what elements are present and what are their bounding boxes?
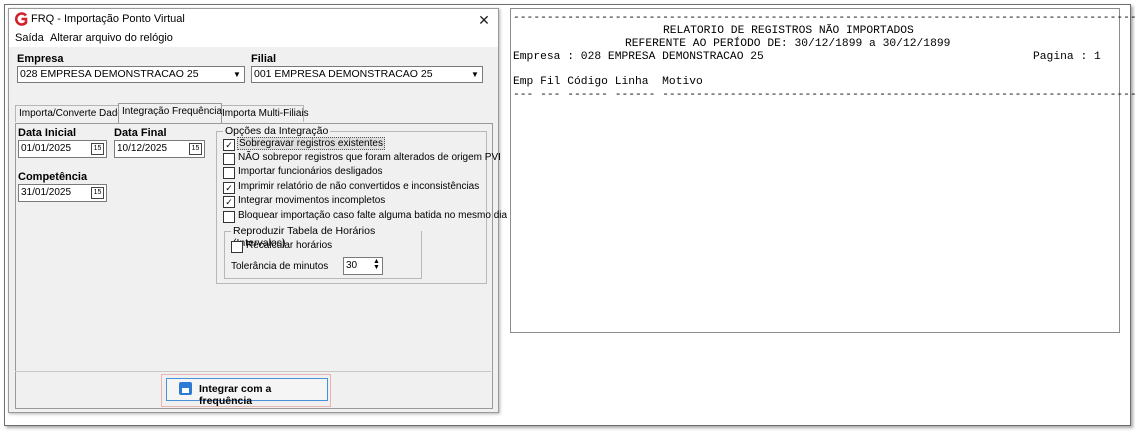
filial-value: 001 EMPRESA DEMONSTRACAO 25 bbox=[254, 68, 433, 80]
report-period: REFERENTE AO PERÍODO DE: 30/12/1899 a 30… bbox=[625, 38, 951, 50]
competencia-label: Competência bbox=[18, 171, 88, 183]
tolerancia-value: 30 bbox=[346, 260, 358, 271]
option-label: Recalcular horários bbox=[246, 240, 333, 251]
calendar-icon[interactable]: 15 bbox=[91, 143, 104, 155]
app-logo-icon bbox=[14, 12, 28, 26]
tolerancia-label: Tolerância de minutos bbox=[231, 261, 329, 272]
title-bar: FRQ - Importação Ponto Virtual ✕ bbox=[9, 9, 498, 31]
integrar-frequencia-button[interactable]: Integrar com a frequência bbox=[166, 378, 328, 407]
data-inicial-value: 01/01/2025 bbox=[21, 143, 72, 154]
data-inicial-field[interactable]: 01/01/2025 15 bbox=[18, 140, 107, 158]
option-label: Sobregravar registros existentes bbox=[237, 137, 385, 150]
data-inicial-label: Data Inicial bbox=[18, 127, 77, 139]
menu-item-saida[interactable]: Saída bbox=[15, 32, 44, 44]
save-icon bbox=[179, 382, 192, 395]
checkbox-checked-icon[interactable]: ✓ bbox=[223, 182, 235, 194]
calendar-icon[interactable]: 15 bbox=[189, 143, 202, 155]
tab-importa-converte[interactable]: Importa/Converte Dados bbox=[15, 105, 128, 122]
tolerancia-stepper[interactable]: 30 ▲ ▼ bbox=[343, 257, 383, 275]
checkbox-checked-icon[interactable]: ✓ bbox=[223, 139, 235, 151]
report-preview: ----------------------------------------… bbox=[510, 8, 1135, 333]
option-label: Imprimir relatório de não convertidos e … bbox=[238, 181, 480, 192]
report-company: Empresa : 028 EMPRESA DEMONSTRACAO 25 bbox=[513, 51, 764, 63]
window-title: FRQ - Importação Ponto Virtual bbox=[31, 13, 185, 25]
empresa-select[interactable]: 028 EMPRESA DEMONSTRACAO 25 ▼ bbox=[17, 66, 245, 83]
chevron-down-icon[interactable]: ▼ bbox=[230, 67, 244, 82]
tab-integracao-frequencia[interactable]: Integração Frequência bbox=[118, 103, 222, 123]
integrar-frequencia-label: Integrar com a frequência bbox=[199, 383, 272, 407]
empresa-value: 028 EMPRESA DEMONSTRACAO 25 bbox=[20, 68, 199, 80]
option-label: Integrar movimentos incompletos bbox=[238, 195, 386, 206]
empresa-label: Empresa bbox=[17, 53, 64, 65]
spin-arrows-icon[interactable]: ▲ ▼ bbox=[372, 258, 381, 272]
option-label: Bloquear importação caso falte alguma ba… bbox=[238, 210, 508, 221]
option-label: Importar funcionários desligados bbox=[238, 166, 383, 177]
competencia-value: 31/01/2025 bbox=[21, 187, 72, 198]
tab-importa-multi-filiais[interactable]: Importa Multi-Filiais bbox=[218, 105, 309, 122]
checkbox-icon[interactable] bbox=[231, 241, 243, 253]
import-window: FRQ - Importação Ponto Virtual ✕ Saída A… bbox=[8, 8, 507, 413]
checkbox-icon[interactable] bbox=[223, 211, 235, 223]
chevron-down-icon[interactable]: ▼ bbox=[468, 67, 482, 82]
checkbox-icon[interactable] bbox=[223, 167, 235, 179]
checkbox-icon[interactable] bbox=[223, 153, 235, 165]
data-final-label: Data Final bbox=[114, 127, 167, 139]
menu-item-alterar-arquivo[interactable]: Alterar arquivo do relógio bbox=[50, 32, 173, 44]
menu-bar: Saída Alterar arquivo do relógio bbox=[9, 31, 498, 47]
competencia-field[interactable]: 31/01/2025 15 bbox=[18, 184, 107, 202]
filial-select[interactable]: 001 EMPRESA DEMONSTRACAO 25 ▼ bbox=[251, 66, 483, 83]
option-label: NÃO sobrepor registros que foram alterad… bbox=[238, 152, 501, 163]
close-icon[interactable]: ✕ bbox=[474, 11, 494, 29]
report-page: Pagina : 1 bbox=[1033, 51, 1101, 63]
opcoes-integracao-title: Opções da Integração bbox=[223, 125, 331, 137]
checkbox-checked-icon[interactable]: ✓ bbox=[223, 196, 235, 208]
report-columns-underline: --- --- ------ ------ ------------------… bbox=[513, 89, 1135, 101]
report-columns: Emp Fil Código Linha Motivo bbox=[513, 76, 703, 88]
report-separator-top: ----------------------------------------… bbox=[513, 12, 1135, 24]
calendar-icon[interactable]: 15 bbox=[91, 187, 104, 199]
report-title: RELATORIO DE REGISTROS NÃO IMPORTADOS bbox=[663, 25, 914, 37]
data-final-value: 10/12/2025 bbox=[117, 143, 168, 154]
data-final-field[interactable]: 10/12/2025 15 bbox=[114, 140, 205, 158]
filial-label: Filial bbox=[251, 53, 277, 65]
